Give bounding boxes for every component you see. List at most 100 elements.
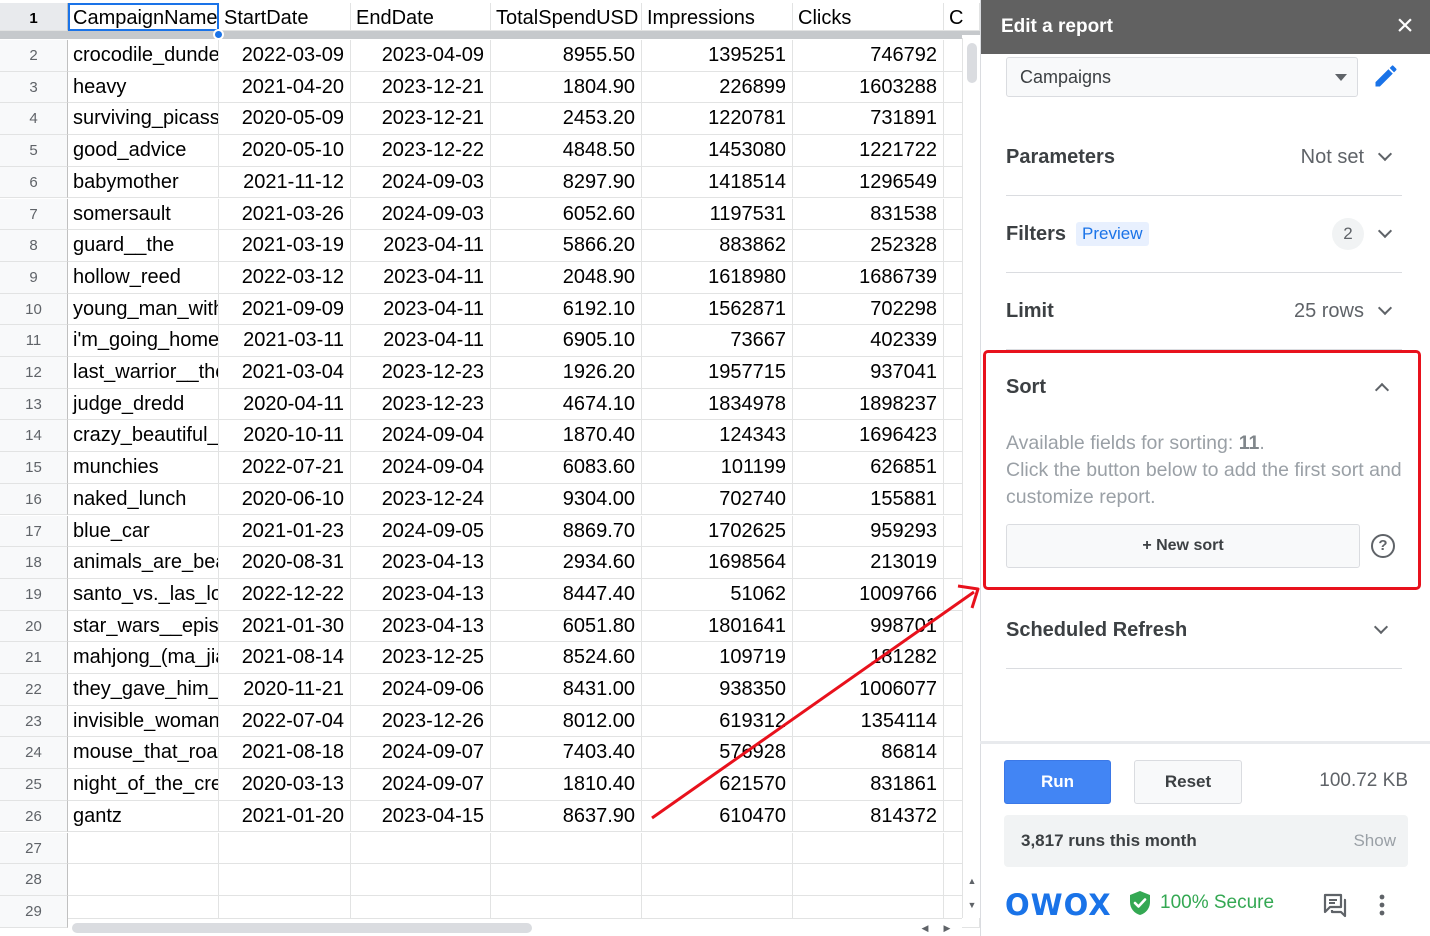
cell-impressions[interactable]: 1618980 bbox=[642, 261, 793, 294]
cell-startdate[interactable]: 2021-11-12 bbox=[219, 166, 351, 199]
cell-impressions[interactable]: 619312 bbox=[642, 705, 793, 738]
cell-impressions[interactable]: 1220781 bbox=[642, 103, 793, 136]
show-link[interactable]: Show bbox=[1353, 831, 1396, 851]
cell-enddate[interactable]: 2023-12-23 bbox=[351, 388, 491, 421]
cell-totalspendusd[interactable]: 8012.00 bbox=[491, 705, 642, 738]
row-number[interactable]: 22 bbox=[0, 674, 68, 706]
cell-campaignname[interactable]: surviving_picass bbox=[68, 103, 219, 136]
cell-clicks[interactable]: 959293 bbox=[793, 515, 944, 548]
cell-totalspendusd[interactable]: 7403.40 bbox=[491, 737, 642, 770]
reset-button[interactable]: Reset bbox=[1134, 760, 1242, 804]
cell-clicks[interactable]: 1603288 bbox=[793, 71, 944, 104]
row-number[interactable]: 25 bbox=[0, 769, 68, 801]
cell-totalspendusd[interactable]: 1804.90 bbox=[491, 71, 642, 104]
cell-campaignname[interactable]: babymother bbox=[68, 166, 219, 199]
cell-enddate[interactable]: 2023-04-11 bbox=[351, 293, 491, 326]
cell-enddate[interactable]: 2023-04-13 bbox=[351, 547, 491, 579]
cell-startdate[interactable]: 2022-12-22 bbox=[219, 578, 351, 611]
scroll-up-icon[interactable]: ▲ bbox=[966, 874, 978, 888]
cell-impressions[interactable] bbox=[642, 832, 793, 865]
horizontal-scrollbar[interactable]: ◀ ▶ bbox=[68, 918, 962, 936]
horizontal-scroll-thumb[interactable] bbox=[72, 923, 532, 933]
cell-clicks[interactable]: 998701 bbox=[793, 610, 944, 643]
cell-enddate[interactable]: 2023-04-11 bbox=[351, 230, 491, 262]
column-header-impressions[interactable]: Impressions bbox=[642, 3, 793, 31]
cell-enddate[interactable] bbox=[351, 864, 491, 896]
row-number[interactable]: 28 bbox=[0, 864, 68, 896]
column-header-totalspendusd[interactable]: TotalSpendUSD bbox=[491, 3, 642, 31]
cell-impressions[interactable]: 1698564 bbox=[642, 547, 793, 579]
cell-startdate[interactable] bbox=[219, 832, 351, 865]
cell-startdate[interactable]: 2020-03-13 bbox=[219, 769, 351, 801]
help-icon[interactable]: ? bbox=[1371, 534, 1395, 558]
cell-impressions[interactable]: 226899 bbox=[642, 71, 793, 104]
cell-impressions[interactable]: 109719 bbox=[642, 642, 793, 674]
cell-totalspendusd[interactable]: 2048.90 bbox=[491, 261, 642, 294]
cell-impressions[interactable]: 1957715 bbox=[642, 357, 793, 389]
cell-campaignname[interactable]: judge_dredd bbox=[68, 388, 219, 421]
row-number[interactable]: 9 bbox=[0, 261, 68, 294]
row-number[interactable]: 24 bbox=[0, 737, 68, 770]
cell-impressions[interactable] bbox=[642, 864, 793, 896]
cell-startdate[interactable]: 2021-03-26 bbox=[219, 198, 351, 231]
cell-startdate[interactable]: 2021-08-18 bbox=[219, 737, 351, 770]
cell-clicks[interactable]: 1296549 bbox=[793, 166, 944, 199]
row-number[interactable]: 3 bbox=[0, 71, 68, 104]
cell-campaignname[interactable]: night_of_the_cre bbox=[68, 769, 219, 801]
cell-campaignname[interactable]: naked_lunch bbox=[68, 483, 219, 516]
cell-startdate[interactable]: 2022-03-09 bbox=[219, 40, 351, 72]
row-number[interactable]: 6 bbox=[0, 166, 68, 199]
cell-clicks[interactable]: 181282 bbox=[793, 642, 944, 674]
row-number[interactable]: 21 bbox=[0, 642, 68, 674]
row-number[interactable]: 16 bbox=[0, 483, 68, 516]
cell-impressions[interactable]: 938350 bbox=[642, 674, 793, 706]
row-number[interactable]: 23 bbox=[0, 705, 68, 738]
run-button[interactable]: Run bbox=[1004, 760, 1111, 804]
cell-impressions[interactable]: 1801641 bbox=[642, 610, 793, 643]
cell-campaignname[interactable]: gantz bbox=[68, 800, 219, 833]
row-number[interactable]: 13 bbox=[0, 388, 68, 421]
cell-enddate[interactable]: 2023-04-11 bbox=[351, 261, 491, 294]
cell-startdate[interactable]: 2022-07-04 bbox=[219, 705, 351, 738]
row-number[interactable]: 14 bbox=[0, 420, 68, 453]
chevron-down-icon[interactable] bbox=[1373, 619, 1389, 635]
cell-totalspendusd[interactable]: 8869.70 bbox=[491, 515, 642, 548]
row-number[interactable]: 5 bbox=[0, 135, 68, 167]
cell-clicks[interactable]: 831538 bbox=[793, 198, 944, 231]
row-number[interactable]: 8 bbox=[0, 230, 68, 262]
column-header-partial[interactable]: C bbox=[944, 3, 980, 31]
cell-clicks[interactable]: 213019 bbox=[793, 547, 944, 579]
cell-enddate[interactable]: 2024-09-03 bbox=[351, 198, 491, 231]
cell-impressions[interactable]: 621570 bbox=[642, 769, 793, 801]
cell-enddate[interactable]: 2023-12-25 bbox=[351, 642, 491, 674]
cell-totalspendusd[interactable]: 9304.00 bbox=[491, 483, 642, 516]
cell-campaignname[interactable]: mouse_that_roar bbox=[68, 737, 219, 770]
cell-enddate[interactable]: 2023-04-09 bbox=[351, 40, 491, 72]
cell-enddate[interactable]: 2023-12-26 bbox=[351, 705, 491, 738]
row-number[interactable]: 17 bbox=[0, 515, 68, 548]
cell-enddate[interactable]: 2024-09-03 bbox=[351, 166, 491, 199]
cell-campaignname[interactable]: star_wars__epis bbox=[68, 610, 219, 643]
cell-campaignname[interactable]: somersault bbox=[68, 198, 219, 231]
cell-startdate[interactable]: 2022-07-21 bbox=[219, 452, 351, 484]
close-icon[interactable]: × bbox=[1390, 11, 1420, 42]
cell-impressions[interactable]: 610470 bbox=[642, 800, 793, 833]
cell-clicks[interactable]: 1898237 bbox=[793, 388, 944, 421]
row-number[interactable]: 2 bbox=[0, 40, 68, 72]
new-sort-button[interactable]: + New sort bbox=[1006, 524, 1360, 568]
cell-clicks[interactable]: 86814 bbox=[793, 737, 944, 770]
cell-enddate[interactable]: 2024-09-04 bbox=[351, 420, 491, 453]
cell-totalspendusd[interactable]: 8524.60 bbox=[491, 642, 642, 674]
cell-startdate[interactable]: 2022-03-12 bbox=[219, 261, 351, 294]
cell-totalspendusd[interactable]: 1926.20 bbox=[491, 357, 642, 389]
cell-startdate[interactable]: 2020-04-11 bbox=[219, 388, 351, 421]
chevron-down-icon[interactable] bbox=[1377, 300, 1393, 316]
report-select[interactable]: Campaigns bbox=[1006, 57, 1358, 97]
chevron-down-icon[interactable] bbox=[1377, 223, 1393, 239]
cell-clicks[interactable]: 155881 bbox=[793, 483, 944, 516]
cell-impressions[interactable]: 73667 bbox=[642, 325, 793, 357]
cell-campaignname[interactable]: santo_vs._las_lo bbox=[68, 578, 219, 611]
cell-campaignname[interactable]: young_man_with bbox=[68, 293, 219, 326]
column-header-enddate[interactable]: EndDate bbox=[351, 3, 491, 31]
cell-clicks[interactable]: 1696423 bbox=[793, 420, 944, 453]
